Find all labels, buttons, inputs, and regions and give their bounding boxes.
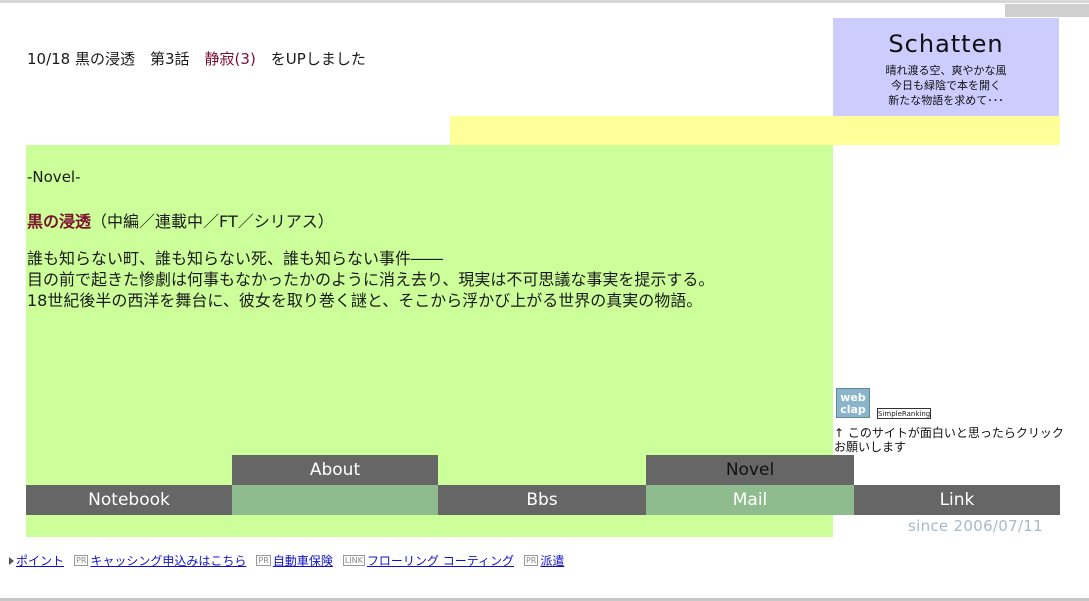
nav-mail[interactable]: Mail <box>646 485 854 515</box>
ad-footer: ポイント PR キャッシング申込みはこちら PR 自動車保険 LINK フローリ… <box>9 552 564 569</box>
ad-link-insurance[interactable]: 自動車保険 <box>273 552 333 569</box>
since-date: since 2006/07/11 <box>908 517 1043 535</box>
update-suffix: をUPしました <box>255 50 366 68</box>
section-title: -Novel- <box>27 168 81 186</box>
ad-link-cashing[interactable]: キャッシング申込みはこちら <box>90 552 246 569</box>
site-logo-box: Schatten 晴れ渡る空、爽やかな風 今日も緑陰で本を開く 新たな物語を求め… <box>833 18 1059 116</box>
ad-link-point[interactable]: ポイント <box>16 552 64 569</box>
pr-icon: PR <box>523 555 539 566</box>
description-line: 目の前で起きた惨劇は何事もなかったかのように消え去り、現実は不可思議な事実を提示… <box>27 270 715 289</box>
site-tagline: 晴れ渡る空、爽やかな風 今日も緑陰で本を開く 新たな物語を求めて･･･ <box>833 63 1059 108</box>
novel-description: 誰も知らない町、誰も知らない死、誰も知らない事件―― 目の前で起きた惨劇は何事も… <box>27 248 714 311</box>
nav-novel[interactable]: Novel <box>646 455 854 485</box>
tagline-line: 晴れ渡る空、爽やかな風 <box>885 64 1007 77</box>
nav-link[interactable]: Link <box>854 485 1060 515</box>
simple-ranking-badge[interactable]: SimpleRanking <box>877 408 931 419</box>
description-line: 18世紀後半の西洋を舞台に、彼女を取り巻く謎と、そこから浮かび上がる世界の真実の… <box>27 291 703 310</box>
ad-link-flooring[interactable]: フローリング コーティング <box>367 552 514 569</box>
triangle-icon <box>9 556 14 565</box>
novel-meta: （中編／連載中／FT／シリアス） <box>91 212 334 231</box>
nav-spacer <box>232 485 438 515</box>
description-line: 誰も知らない町、誰も知らない死、誰も知らない事件―― <box>27 249 444 268</box>
pr-icon: PR <box>74 555 89 566</box>
update-chapter-link[interactable]: 静寂(3) <box>205 50 256 68</box>
pr-icon: PR <box>256 555 271 566</box>
tagline-line: 今日も緑陰で本を開く <box>891 79 1001 92</box>
ad-link-haken[interactable]: 派遣 <box>540 552 564 569</box>
nav-about[interactable]: About <box>232 455 438 485</box>
scrollbar-thumb[interactable] <box>1005 4 1089 17</box>
novel-title-link[interactable]: 黒の浸透 <box>27 212 91 231</box>
novel-entry: 黒の浸透（中編／連載中／FT／シリアス） <box>27 208 334 232</box>
web-clap-button[interactable]: web clap <box>836 388 870 418</box>
clap-note: ↑ このサイトが面白いと思ったらクリックお願いします <box>834 426 1064 454</box>
update-notice: 10/18 黒の浸透 第3話 静寂(3) をUPしました <box>27 48 366 69</box>
site-title[interactable]: Schatten <box>833 30 1059 58</box>
link-icon: LINK <box>342 555 365 566</box>
update-prefix: 10/18 黒の浸透 第3話 <box>27 50 205 68</box>
window-top-border <box>0 0 1089 3</box>
nav-notebook[interactable]: Notebook <box>26 485 232 515</box>
decorative-band <box>450 116 1060 145</box>
nav-bbs[interactable]: Bbs <box>438 485 646 515</box>
tagline-line: 新たな物語を求めて･･･ <box>888 94 1004 107</box>
